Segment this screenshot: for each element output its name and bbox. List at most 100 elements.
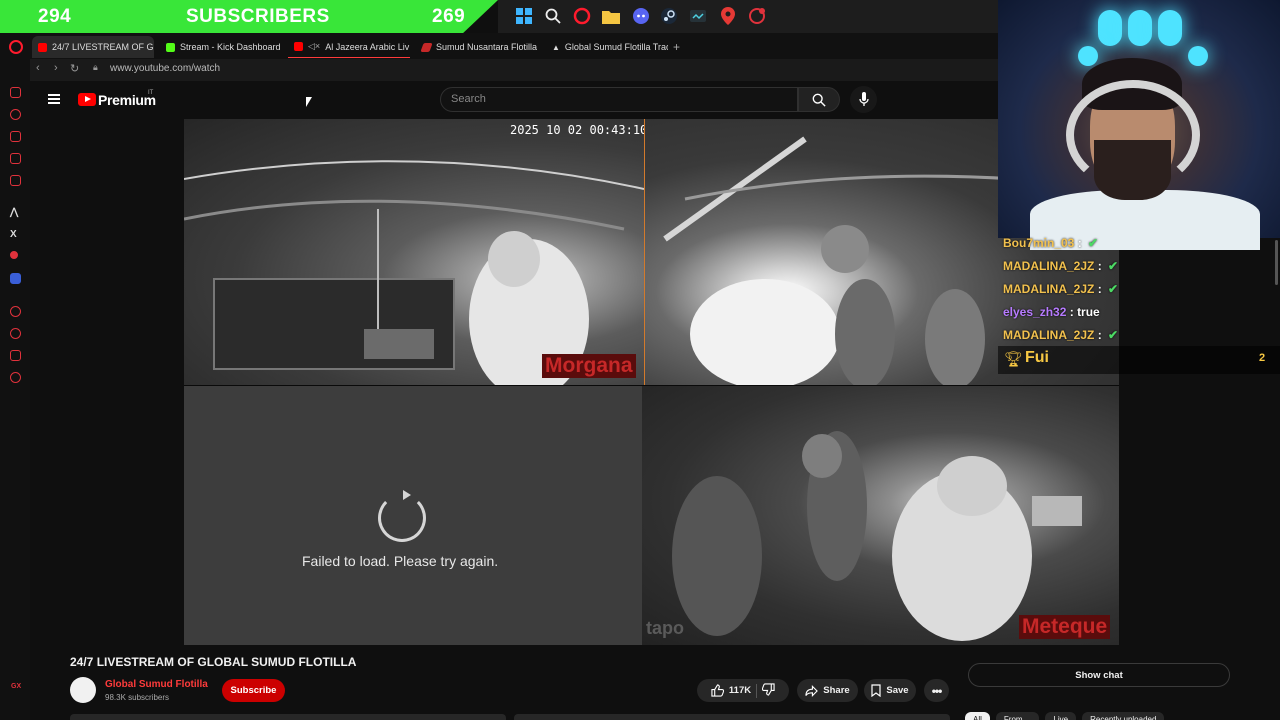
chat-text: : [1097,328,1102,342]
app-icon[interactable] [688,6,708,26]
opera-logo-icon[interactable] [9,40,23,54]
hex-light [1078,46,1098,66]
chip-recently-uploaded[interactable]: Recently uploaded [1082,712,1165,720]
sidebar-record-icon[interactable] [10,251,18,259]
chat-scrollbar[interactable] [1275,240,1278,285]
tab-al-jazeera[interactable]: ◁× Al Jazeera Arabic Liv [288,36,410,58]
opera-gx-icon[interactable] [747,6,767,26]
taskbar [498,0,998,33]
camera-label-morgana: Morgana [542,354,636,378]
chat-message: Bou7min_03 : ✔ [1003,236,1098,250]
sidebar-settings-icon[interactable] [10,372,21,383]
video-title: 24/7 LIVESTREAM OF GLOBAL SUMUD FLOTILLA [70,655,357,669]
back-icon[interactable]: ‹ [36,62,40,74]
share-button[interactable]: Share [797,679,858,702]
like-button[interactable]: 117K [711,684,751,697]
search-input[interactable] [440,87,798,112]
dislike-button[interactable] [761,682,775,699]
bookmark-icon [871,684,882,697]
url-field[interactable]: www.youtube.com/watch [110,63,220,74]
camera-feed-morgana [184,119,644,385]
search-placeholder: Search [451,93,486,105]
tab-label: Al Jazeera Arabic Liv [325,41,410,52]
voice-search-button[interactable] [850,86,877,113]
sidebar-x-icon[interactable]: X [10,229,17,240]
folder-icon[interactable] [601,6,621,26]
subscriber-goal-label: SUBSCRIBERS [186,6,330,27]
menu-icon[interactable] [48,94,60,104]
sidebar-bag-icon[interactable] [10,131,21,142]
chat-text: : true [1069,305,1100,319]
chat-message: MADALINA_2JZ : ✔ [1003,328,1118,342]
chat-message: MADALINA_2JZ : ✔ [1003,259,1118,273]
hex-light [1098,10,1122,46]
sidebar-clock-icon[interactable] [10,328,21,339]
chat-text: : [1097,259,1102,273]
hex-light [1158,10,1182,46]
region-code: IT [148,90,154,96]
chat-username: MADALINA_2JZ [1003,259,1095,273]
sidebar-cube-icon[interactable] [10,350,21,361]
sidebar-workspace-icon[interactable] [10,87,21,98]
sidebar-controller-icon[interactable] [10,153,21,164]
sidebar-player-icon[interactable] [10,306,21,317]
feed-error-message: Failed to load. Please try again. [302,553,499,569]
subscriber-count-right: 269 [432,6,466,27]
check-emote-icon: ✔ [1108,259,1119,273]
kick-icon [166,42,175,52]
hex-light [1128,10,1152,46]
description-box[interactable] [70,714,506,720]
more-icon: ••• [931,683,943,698]
chat-text: : [1097,282,1102,296]
check-emote-icon: ✔ [1088,236,1099,250]
microphone-icon [858,92,869,106]
new-tab-button[interactable]: + [673,40,680,54]
chip-live[interactable]: Live [1045,712,1077,720]
subscriber-count-left: 294 [38,6,72,27]
steam-icon[interactable] [659,6,679,26]
chat-username: MADALINA_2JZ [1003,282,1095,296]
more-actions-button[interactable]: ••• [924,679,949,702]
top-chatter-count: 2 [1259,352,1266,364]
save-button[interactable]: Save [864,679,916,702]
chip-all[interactable]: All [965,712,990,720]
sidebar-gx-label[interactable]: GX [11,683,21,690]
youtube-icon [38,42,47,52]
divider [756,683,758,698]
subscribe-button[interactable]: Subscribe [222,679,285,702]
windows-icon[interactable] [514,6,534,26]
sidebar-ai-icon[interactable]: ⋀ [10,207,18,218]
opera-icon[interactable] [572,6,592,26]
muted-speaker-icon[interactable]: ◁× [308,41,320,52]
search-button[interactable] [798,87,840,112]
like-dislike-group: 117K [697,679,789,702]
tab-sumud-nusantara[interactable]: Sumud Nusantara Flotilla [416,36,542,58]
check-emote-icon: ✔ [1108,282,1119,296]
forward-icon[interactable]: › [54,62,58,74]
camera-feed-meteque [642,386,1119,645]
show-chat-button[interactable]: Show chat [968,663,1230,687]
reload-icon[interactable]: ↻ [70,62,79,75]
sidebar-history-icon[interactable] [10,109,21,120]
discord-icon[interactable] [631,6,651,26]
sidebar-news-icon[interactable] [10,175,21,186]
camera-label-meteque: Meteque [1019,615,1111,639]
channel-avatar[interactable] [70,677,96,703]
reload-icon[interactable] [378,490,426,542]
tab-flotilla-tracker[interactable]: ▲ Global Sumud Flotilla Trac [546,36,668,58]
maps-pin-icon[interactable] [718,6,738,26]
tab-kick-dashboard[interactable]: Stream - Kick Dashboard [160,36,284,58]
comments-box[interactable] [514,714,950,720]
chip-from[interactable]: From ... [995,712,1040,720]
tab-youtube-livestream[interactable]: 24/7 LIVESTREAM OF GL [32,36,154,58]
youtube-logo-icon[interactable] [78,93,96,106]
channel-name[interactable]: Global Sumud Flotilla [105,679,208,690]
top-chatter-name: Fui [1025,349,1049,366]
sidebar-vpn-icon[interactable] [10,273,21,284]
share-label: Share [823,685,850,696]
like-count: 117K [728,685,752,696]
chat-username: Bou7min_03 [1003,236,1075,250]
camera-timestamp: 2025 10 02 00:43:10 [510,123,648,137]
flotilla-icon [420,42,433,52]
search-icon[interactable] [543,6,563,26]
